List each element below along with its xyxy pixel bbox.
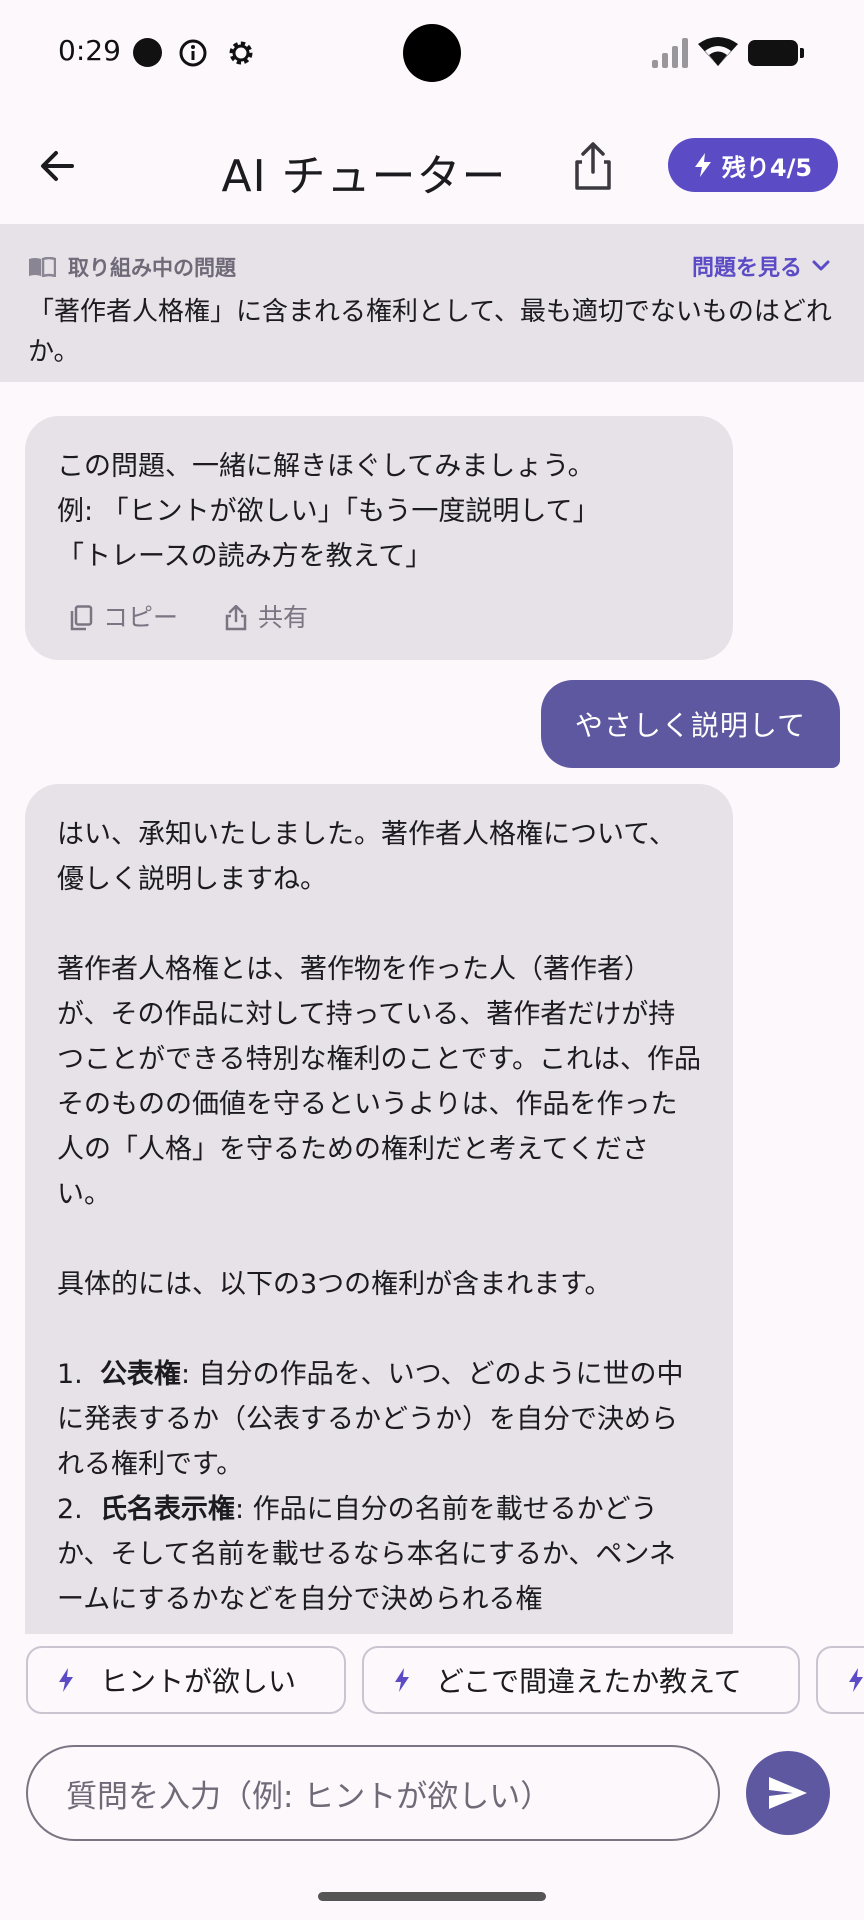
screen: 0:29 AI チューター 残り4/5 取り組み中の問題 問題を見る 「著作者人… [0, 0, 864, 1920]
lightning-icon [395, 1668, 409, 1692]
ai-message: この問題、一緒に解きほぐしてみましょう。 例: 「ヒントが欲しい」「もう一度説明… [25, 416, 733, 660]
send-icon [769, 1777, 807, 1809]
ai-list-item: 1. 公表権: 自分の作品を、いつ、どのように世の中に発表するか（公表するかどう… [57, 1352, 701, 1487]
front-camera [403, 24, 461, 82]
question-input[interactable]: 質問を入力（例: ヒントが欲しい） [26, 1745, 720, 1841]
list-number: 2. [57, 1494, 83, 1525]
message-actions: コピー 共有 [69, 595, 701, 640]
share-icon [225, 604, 247, 630]
chevron-down-icon [812, 260, 830, 271]
status-bar: 0:29 [0, 0, 864, 104]
book-icon [29, 257, 56, 277]
lightning-icon [694, 153, 711, 177]
problem-text: 「著作者人格権」に含まれる権利として、最も適切でないものはどれか。 [28, 297, 832, 367]
lightning-icon [849, 1668, 863, 1692]
chat-area[interactable]: この問題、一緒に解きほぐしてみましょう。 例: 「ヒントが欲しい」「もう一度説明… [0, 382, 864, 1634]
list-term: 氏名表示権 [99, 1494, 235, 1525]
suggestion-chip[interactable]: どこで間違えたか教えて [362, 1646, 800, 1714]
ai-list-item: 2. 氏名表示権: 作品に自分の名前を載せるかどうか、そして名前を載せるなら本名… [57, 1487, 701, 1622]
suggestion-chips: ヒントが欲しい どこで間違えたか教えて [0, 1644, 864, 1716]
copy-label: コピー [103, 603, 179, 632]
ai-message-text: この問題、一緒に解きほぐしてみましょう。 例: 「ヒントが欲しい」「もう一度説明… [57, 451, 600, 572]
share-message-button[interactable]: 共有 [224, 595, 308, 640]
list-term: 公表権 [99, 1359, 181, 1390]
list-number: 1. [57, 1359, 83, 1390]
chip-label: どこで間違えたか教えて [436, 1665, 742, 1698]
app-bar: AI チューター 残り4/5 [0, 104, 864, 224]
share-icon[interactable] [568, 140, 618, 192]
current-problem-header: 取り組み中の問題 [28, 252, 236, 282]
question-input-placeholder: 質問を入力（例: ヒントが欲しい） [66, 1778, 552, 1815]
info-icon [179, 39, 207, 67]
ai-paragraph: 具体的には、以下の3つの権利が含まれます。 [57, 1269, 612, 1300]
copy-button[interactable]: コピー [69, 595, 178, 640]
notification-dot-icon [133, 38, 162, 67]
user-message: やさしく説明して [540, 680, 840, 768]
cell-signal-icon [652, 38, 688, 68]
battery-icon [748, 40, 804, 66]
view-problem-label: 問題を見る [691, 256, 802, 281]
lightning-icon [59, 1668, 73, 1692]
current-problem-panel: 取り組み中の問題 問題を見る 「著作者人格権」に含まれる権利として、最も適切でな… [0, 224, 864, 382]
share-label: 共有 [258, 603, 309, 632]
ai-paragraph: 著作者人格権とは、著作物を作った人（著作者）が、その作品に対して持っている、著作… [57, 954, 701, 1210]
ai-paragraph: はい、承知いたしました。著作者人格権について、優しく説明しますね。 [57, 819, 676, 895]
chip-label: ヒントが欲しい [100, 1665, 297, 1698]
settings-gear-icon [229, 41, 253, 65]
page-title: AI チューター [221, 151, 507, 202]
suggestion-chip[interactable]: ヒントが欲しい [26, 1646, 346, 1714]
suggestion-chip[interactable] [816, 1646, 864, 1714]
home-indicator[interactable] [318, 1892, 546, 1901]
view-problem-button[interactable]: 問題を見る [692, 250, 830, 282]
current-problem-label: 取り組み中の問題 [68, 256, 236, 280]
status-time: 0:29 [58, 34, 121, 67]
copy-icon [70, 604, 93, 630]
remaining-uses-badge[interactable]: 残り4/5 [668, 138, 838, 192]
send-button[interactable] [746, 1751, 830, 1835]
remaining-uses-label: 残り4/5 [721, 153, 813, 182]
ai-message: はい、承知いたしました。著作者人格権について、優しく説明しますね。 著作者人格権… [25, 784, 733, 1634]
wifi-icon [698, 37, 738, 66]
